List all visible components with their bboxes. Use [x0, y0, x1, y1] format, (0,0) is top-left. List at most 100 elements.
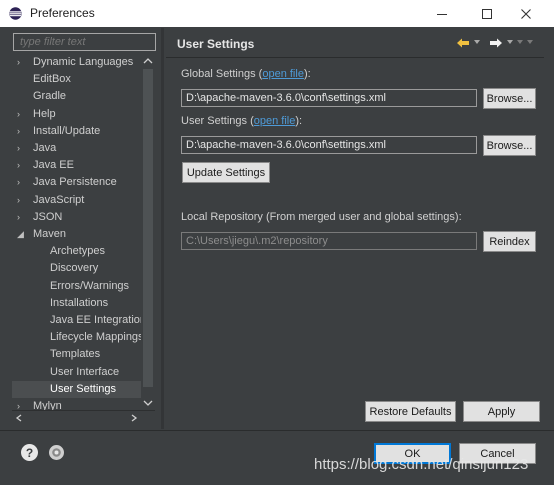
- scroll-right-icon[interactable]: [130, 414, 138, 422]
- tree-item[interactable]: Lifecycle Mappings: [12, 329, 142, 346]
- apply-button[interactable]: Apply: [463, 401, 540, 422]
- tree-item-label: User Settings: [50, 382, 117, 395]
- tree-item-label: Help: [33, 107, 56, 120]
- close-icon: [521, 8, 531, 19]
- eclipse-logo-icon: [9, 7, 22, 20]
- tree-item-label: Lifecycle Mappings: [50, 331, 142, 344]
- tree-item-label: Dynamic Languages: [33, 56, 134, 68]
- tree-horizontal-scrollbar[interactable]: [12, 410, 155, 424]
- tree-item-label: User Interface: [50, 365, 120, 378]
- global-settings-field[interactable]: D:\apache-maven-3.6.0\conf\settings.xml: [181, 89, 477, 107]
- tree-item-label: JSON: [33, 210, 63, 223]
- user-settings-text: User Settings: [181, 115, 248, 127]
- collapsed-arrow-icon[interactable]: ›: [17, 398, 27, 410]
- scroll-down-icon[interactable]: [143, 399, 153, 407]
- help-glyph: ?: [25, 445, 34, 460]
- global-settings-text: Global Settings: [181, 68, 256, 80]
- maximize-icon: [482, 8, 492, 19]
- close-button[interactable]: [509, 0, 543, 27]
- update-settings-button[interactable]: Update Settings: [182, 162, 270, 183]
- pane-divider[interactable]: [161, 28, 164, 429]
- page-header: User Settings: [166, 30, 544, 55]
- user-browse-button[interactable]: Browse...: [483, 135, 536, 156]
- collapsed-arrow-icon[interactable]: ›: [17, 106, 27, 123]
- forward-history-chevron-icon[interactable]: [507, 40, 513, 44]
- tree-item[interactable]: Errors/Warnings: [12, 278, 142, 295]
- tree-item[interactable]: Java EE Integration: [12, 312, 142, 329]
- scroll-up-icon[interactable]: [143, 57, 153, 65]
- reindex-button[interactable]: Reindex: [483, 231, 536, 252]
- collapsed-arrow-icon[interactable]: ›: [17, 157, 27, 174]
- minimize-button[interactable]: [425, 0, 459, 27]
- local-repository-field: C:\Users\jiegu\.m2\repository: [181, 232, 477, 250]
- view-menu-chevron-icon[interactable]: [517, 40, 523, 44]
- collapsed-arrow-icon[interactable]: ›: [17, 209, 27, 226]
- tree-item[interactable]: › Mylyn: [12, 398, 142, 410]
- tree-item[interactable]: › Java: [12, 140, 142, 157]
- collapsed-arrow-icon[interactable]: ›: [17, 140, 27, 157]
- tree-item-label: Discovery: [50, 262, 99, 275]
- tree-item[interactable]: › Java EE: [12, 157, 142, 174]
- tree-item-label: Errors/Warnings: [50, 279, 130, 292]
- tree-item[interactable]: Gradle: [12, 88, 142, 105]
- help-icon[interactable]: ?: [21, 444, 38, 461]
- window-title: Preferences: [30, 6, 95, 20]
- back-history-chevron-icon[interactable]: [474, 40, 480, 44]
- tree-item-label: Installations: [50, 296, 109, 309]
- tree-item[interactable]: › JSON: [12, 209, 142, 226]
- global-browse-button[interactable]: Browse...: [483, 88, 536, 109]
- tree-item[interactable]: User Interface: [12, 364, 142, 381]
- tree-item-label: EditBox: [33, 73, 71, 86]
- watermark-text: https://blog.csdn.net/qinsijun123: [314, 456, 529, 473]
- tree-item[interactable]: Installations: [12, 295, 142, 312]
- tree-item[interactable]: › Install/Update: [12, 123, 142, 140]
- collapsed-arrow-icon[interactable]: ›: [17, 123, 27, 140]
- view-menu-chevron-icon[interactable]: [527, 40, 533, 44]
- tree-vertical-scrollbar[interactable]: [141, 55, 155, 409]
- tree-item[interactable]: User Settings: [12, 380, 142, 398]
- tree-item[interactable]: › JavaScript: [12, 192, 142, 209]
- local-repository-label: Local Repository (From merged user and g…: [181, 211, 462, 223]
- global-settings-label: Global Settings (open file):: [181, 68, 311, 80]
- tree-item-label: Install/Update: [33, 124, 101, 137]
- tree-item-label: JavaScript: [33, 193, 85, 206]
- header-separator: [166, 57, 544, 58]
- collapsed-arrow-icon[interactable]: ›: [17, 174, 27, 191]
- maximize-button[interactable]: [470, 0, 504, 27]
- user-settings-label: User Settings (open file):: [181, 115, 303, 127]
- minimize-icon: [437, 13, 447, 15]
- tree-item[interactable]: Discovery: [12, 260, 142, 277]
- restore-defaults-button[interactable]: Restore Defaults: [365, 401, 456, 422]
- tree-item[interactable]: › Dynamic Languages: [12, 54, 142, 71]
- page-title: User Settings: [177, 37, 255, 51]
- global-open-file-link[interactable]: open file: [262, 68, 304, 80]
- tree-item[interactable]: › Java Persistence: [12, 174, 142, 191]
- tree-item-label: Java EE: [33, 159, 74, 172]
- tree-item-label: Java Persistence: [33, 176, 117, 189]
- user-open-file-link[interactable]: open file: [254, 115, 296, 127]
- preferences-tree[interactable]: › Dynamic Languages EditBox Gradle › Help › Ins…: [12, 54, 155, 410]
- filter-input[interactable]: [13, 33, 156, 51]
- tree-item[interactable]: ◢ Maven: [12, 226, 142, 243]
- tree-item-label: Java EE Integration: [50, 314, 142, 326]
- tree-item[interactable]: › Help: [12, 106, 142, 123]
- tree-item-label: Mylyn: [33, 400, 62, 410]
- tree-item-label: Archetypes: [50, 245, 106, 258]
- tree-item-label: Gradle: [33, 90, 67, 103]
- scroll-left-icon[interactable]: [15, 414, 23, 422]
- collapsed-arrow-icon[interactable]: ›: [17, 192, 27, 209]
- collapsed-arrow-icon[interactable]: ›: [17, 54, 27, 71]
- tree-item[interactable]: Archetypes: [12, 243, 142, 260]
- forward-arrow-icon[interactable]: [489, 37, 503, 49]
- user-settings-field[interactable]: D:\apache-maven-3.6.0\conf\settings.xml: [181, 136, 477, 154]
- tree-item-label: Templates: [50, 348, 101, 361]
- import-export-icon[interactable]: [48, 444, 65, 461]
- tree-item[interactable]: Templates: [12, 346, 142, 363]
- title-bar: Preferences: [0, 0, 554, 27]
- tree-item-label: Maven: [33, 228, 67, 240]
- tree-item[interactable]: EditBox: [12, 71, 142, 88]
- scroll-thumb[interactable]: [143, 69, 153, 387]
- tree-item-label: Java: [33, 142, 57, 154]
- expanded-arrow-icon[interactable]: ◢: [17, 226, 27, 243]
- back-arrow-icon[interactable]: [456, 37, 470, 49]
